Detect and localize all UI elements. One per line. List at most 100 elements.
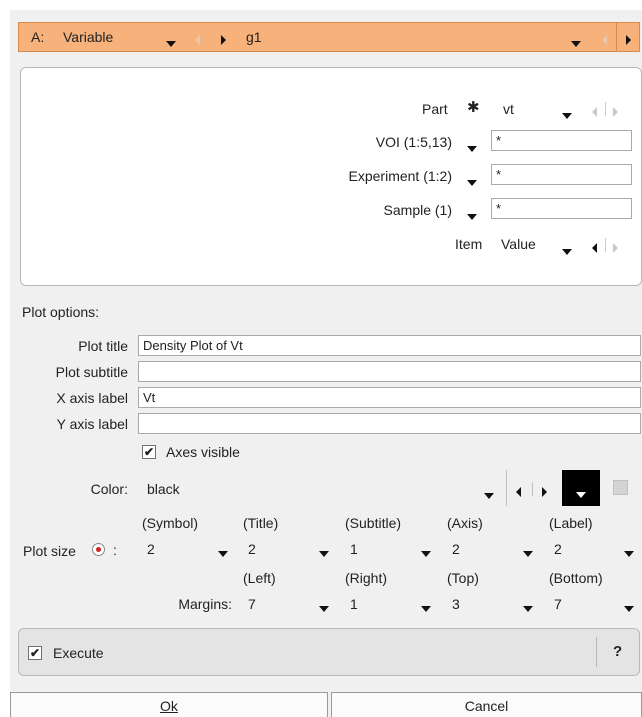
arrow-right-icon (221, 35, 226, 45)
arrow-left-icon (592, 107, 597, 117)
axis-size-dropdown[interactable] (523, 544, 533, 560)
plot-title-label: Plot title (78, 338, 128, 354)
plot-size-colon: : (113, 542, 117, 558)
help-button[interactable]: ? (613, 643, 622, 660)
chevron-down-icon (218, 551, 228, 557)
experiment-label: Experiment (1:2) (348, 168, 452, 184)
title-size-value: 2 (248, 541, 256, 557)
chevron-down-icon (319, 551, 329, 557)
subtitle-size-value: 1 (350, 541, 358, 557)
color-swatch-button[interactable] (562, 470, 600, 506)
target-next-button[interactable] (626, 32, 631, 48)
plot-subtitle-label: Plot subtitle (55, 364, 128, 380)
part-label: Part (422, 101, 448, 117)
voi-label: VOI (1:5,13) (375, 134, 452, 150)
color-lock-checkbox[interactable] (613, 480, 628, 495)
selector-dropdown-button[interactable] (166, 34, 176, 50)
margin-top-value: 3 (452, 596, 460, 612)
axes-visible-label: Axes visible (166, 444, 240, 460)
execute-bar: ✔ Execute ? (18, 628, 640, 676)
chevron-down-icon (576, 485, 586, 501)
ok-button[interactable]: Ok (10, 692, 328, 717)
arrow-right-icon (542, 487, 547, 497)
ok-button-label: Ok (160, 698, 178, 714)
radio-dot-icon (96, 547, 101, 552)
margin-bottom-value: 7 (554, 596, 562, 612)
item-dropdown-button[interactable] (562, 242, 572, 258)
item-label: Item (455, 236, 483, 252)
chevron-down-icon (421, 551, 431, 557)
execute-label: Execute (53, 645, 104, 661)
variable-selector-bar: A: Variable g1 (18, 22, 640, 52)
margins-col-top: (Top) (447, 570, 479, 586)
arrow-left-icon (516, 487, 521, 497)
symbol-size-dropdown[interactable] (218, 544, 228, 560)
plot-size-radio[interactable] (92, 543, 105, 556)
divider (532, 482, 533, 496)
chevron-down-icon (421, 606, 431, 612)
target-dropdown-button[interactable] (571, 34, 581, 50)
divider (605, 238, 606, 252)
item-prev-button[interactable] (592, 240, 597, 256)
axis-size-value: 2 (452, 541, 460, 557)
experiment-dropdown-button[interactable] (467, 173, 477, 189)
margins-label: Margins: (178, 596, 232, 612)
selector-prev-button[interactable] (195, 32, 200, 48)
sample-label: Sample (1) (383, 202, 452, 218)
margin-right-value: 1 (350, 596, 358, 612)
selector-value: Variable (63, 29, 114, 45)
chevron-down-icon (562, 249, 572, 255)
sample-dropdown-button[interactable] (467, 207, 477, 223)
margin-left-value: 7 (248, 596, 256, 612)
color-next-button[interactable] (542, 484, 547, 500)
plot-size-col-title: (Title) (243, 515, 279, 531)
y-axis-field[interactable] (138, 413, 641, 434)
margins-col-bottom: (Bottom) (549, 570, 603, 586)
color-label: Color: (90, 481, 128, 497)
chevron-down-icon (562, 113, 572, 119)
experiment-field[interactable]: * (491, 164, 632, 185)
cancel-button-label: Cancel (464, 698, 509, 714)
y-axis-label: Y axis label (56, 416, 128, 432)
margin-right-dropdown[interactable] (421, 599, 431, 615)
axes-visible-checkbox[interactable]: ✔ (142, 445, 156, 459)
execute-checkbox[interactable]: ✔ (28, 646, 42, 660)
chevron-down-icon (624, 606, 634, 612)
selector-next-button[interactable] (221, 32, 226, 48)
subtitle-size-dropdown[interactable] (421, 544, 431, 560)
part-value: vt (503, 101, 514, 117)
x-axis-label: X axis label (56, 390, 128, 406)
chevron-down-icon (319, 606, 329, 612)
margin-left-dropdown[interactable] (319, 599, 329, 615)
arrow-right-icon (626, 35, 631, 45)
color-dropdown-button[interactable] (484, 486, 494, 502)
margin-top-dropdown[interactable] (523, 599, 533, 615)
x-axis-field[interactable]: Vt (138, 387, 641, 408)
arrow-left-icon (602, 35, 607, 45)
arrow-right-icon (613, 243, 618, 253)
target-prev-button[interactable] (602, 32, 607, 48)
cancel-button[interactable]: Cancel (331, 692, 642, 717)
voi-dropdown-button[interactable] (467, 139, 477, 155)
selection-panel: Part ✱ vt VOI (1:5,13) * Experiment (1:2… (20, 67, 642, 286)
chevron-down-icon (467, 180, 477, 186)
title-size-dropdown[interactable] (319, 544, 329, 560)
plot-title-field[interactable]: Density Plot of Vt (138, 335, 641, 356)
margins-col-left: (Left) (243, 570, 276, 586)
label-size-dropdown[interactable] (624, 544, 634, 560)
item-next-button[interactable] (613, 240, 618, 256)
arrow-left-icon (195, 35, 200, 45)
part-dropdown-button[interactable] (562, 106, 572, 122)
plot-options-heading: Plot options: (22, 304, 100, 320)
part-next-button[interactable] (613, 104, 618, 120)
asterisk-icon[interactable]: ✱ (467, 98, 480, 116)
margin-bottom-dropdown[interactable] (624, 599, 634, 615)
color-prev-button[interactable] (516, 484, 521, 500)
sample-field[interactable]: * (491, 198, 632, 219)
arrow-left-icon (592, 243, 597, 253)
voi-field[interactable]: * (491, 130, 632, 151)
target-value: g1 (246, 29, 262, 45)
plot-subtitle-field[interactable] (138, 361, 641, 382)
chevron-down-icon (467, 146, 477, 152)
part-prev-button[interactable] (592, 104, 597, 120)
